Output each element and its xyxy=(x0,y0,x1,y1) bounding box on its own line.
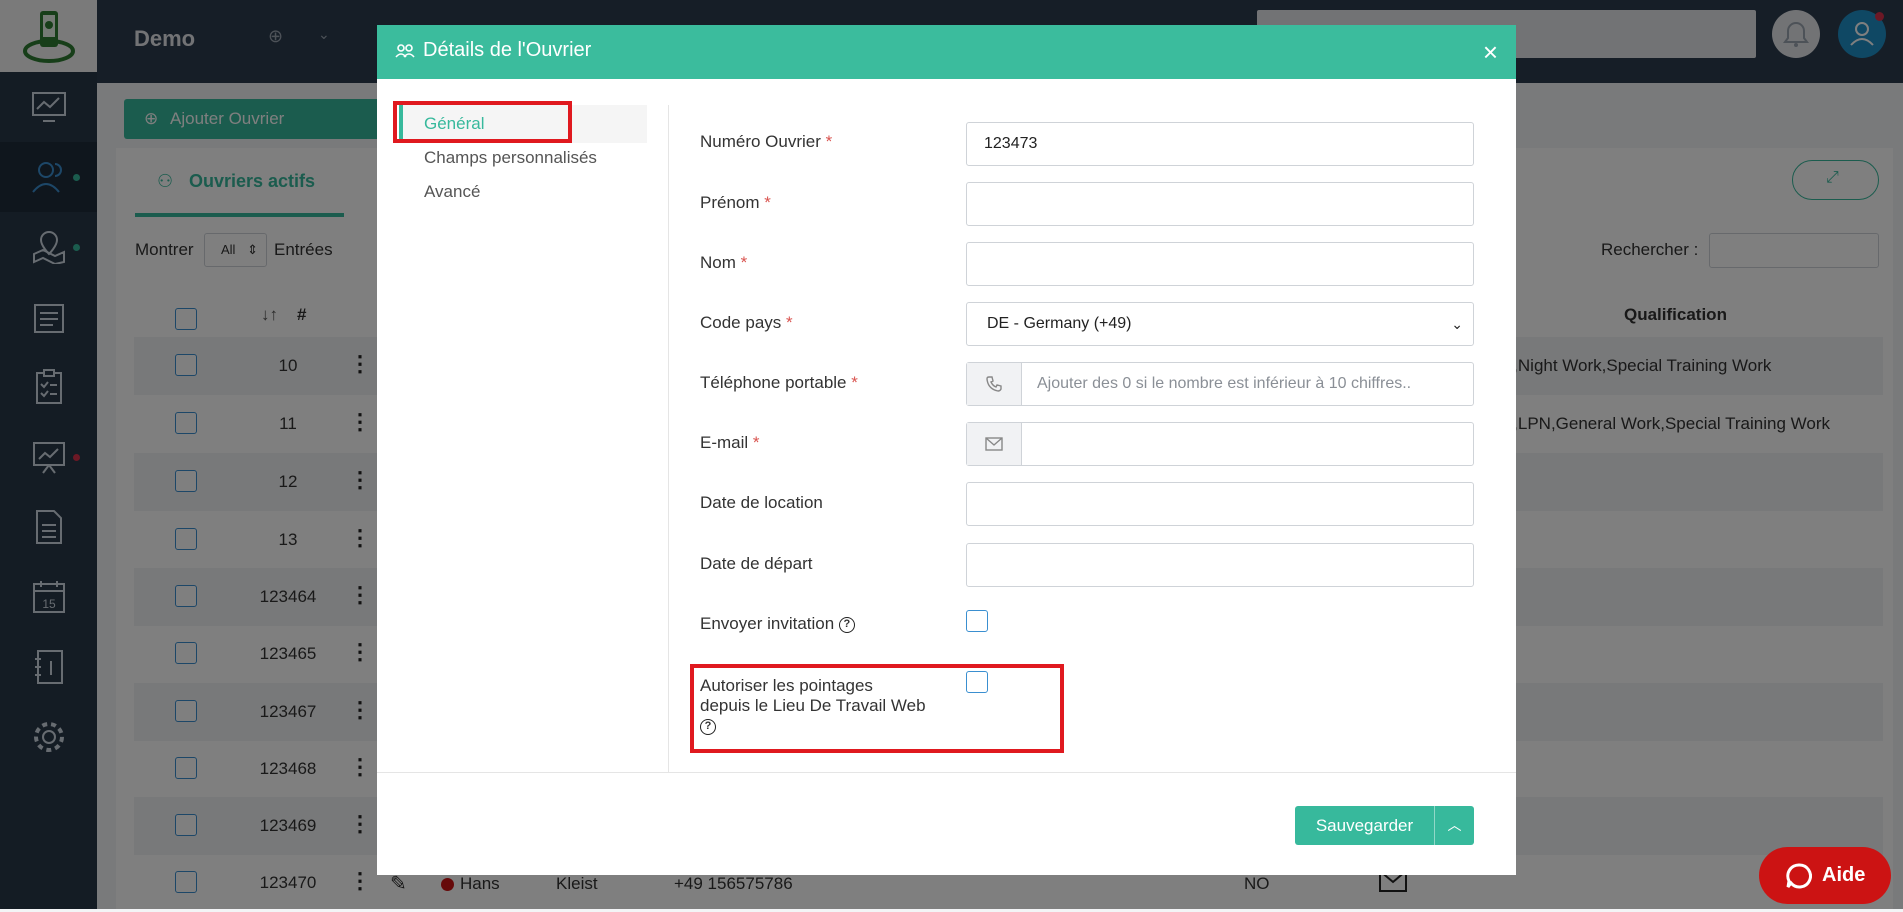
modal-title: Détails de l'Ouvrier xyxy=(423,39,592,61)
email-field[interactable] xyxy=(966,422,1474,466)
prenom-input[interactable] xyxy=(966,182,1474,226)
worker-details-modal: Détails de l'Ouvrier × Général Champs pe… xyxy=(377,25,1516,875)
field-label-numero: Numéro Ouvrier * xyxy=(700,132,833,151)
nom-input[interactable] xyxy=(966,242,1474,286)
field-label-telephone: Téléphone portable * xyxy=(700,373,858,392)
help-label: Aide xyxy=(1822,864,1866,886)
telephone-field[interactable]: Ajouter des 0 si le nombre est inférieur… xyxy=(966,362,1474,406)
field-label-prenom: Prénom * xyxy=(700,193,771,212)
modal-header: Détails de l'Ouvrier × xyxy=(377,25,1516,79)
close-icon[interactable]: × xyxy=(1483,37,1498,68)
users-icon xyxy=(395,44,415,58)
field-label-date-location: Date de location xyxy=(700,493,823,512)
mail-icon xyxy=(967,423,1022,465)
nav-item-custom-fields[interactable]: Champs personnalisés xyxy=(399,139,647,177)
send-invitation-checkbox[interactable] xyxy=(966,610,988,632)
telephone-input[interactable]: Ajouter des 0 si le nombre est inférieur… xyxy=(1037,363,1411,405)
highlight-autoriser-field xyxy=(690,664,1064,753)
footer-divider xyxy=(377,772,1516,773)
phone-icon xyxy=(967,363,1022,405)
code-pays-value: DE - Germany (+49) xyxy=(987,315,1132,332)
chevron-up-icon[interactable]: ︿ xyxy=(1434,806,1474,845)
help-button[interactable]: Aide xyxy=(1759,847,1891,904)
field-label-date-depart: Date de départ xyxy=(700,554,813,573)
help-icon[interactable]: ? xyxy=(838,616,855,633)
numero-ouvrier-input[interactable]: 123473 xyxy=(966,122,1474,166)
chat-icon xyxy=(1786,863,1812,889)
code-pays-select[interactable]: DE - Germany (+49) ⌄ xyxy=(966,302,1474,346)
chevron-down-icon: ⌄ xyxy=(1451,316,1463,332)
save-button[interactable]: Sauvegarder ︿ xyxy=(1295,806,1474,845)
field-label-code-pays: Code pays * xyxy=(700,313,793,332)
highlight-general-tab xyxy=(393,101,572,143)
field-label-email: E-mail * xyxy=(700,433,760,452)
date-depart-input[interactable] xyxy=(966,543,1474,587)
save-label: Sauvegarder xyxy=(1315,816,1414,835)
nav-divider xyxy=(668,105,669,773)
nav-item-advanced[interactable]: Avancé xyxy=(399,173,647,211)
field-label-invitation: Envoyer invitation ? xyxy=(700,614,855,634)
field-label-nom: Nom * xyxy=(700,253,748,272)
date-location-input[interactable] xyxy=(966,482,1474,526)
